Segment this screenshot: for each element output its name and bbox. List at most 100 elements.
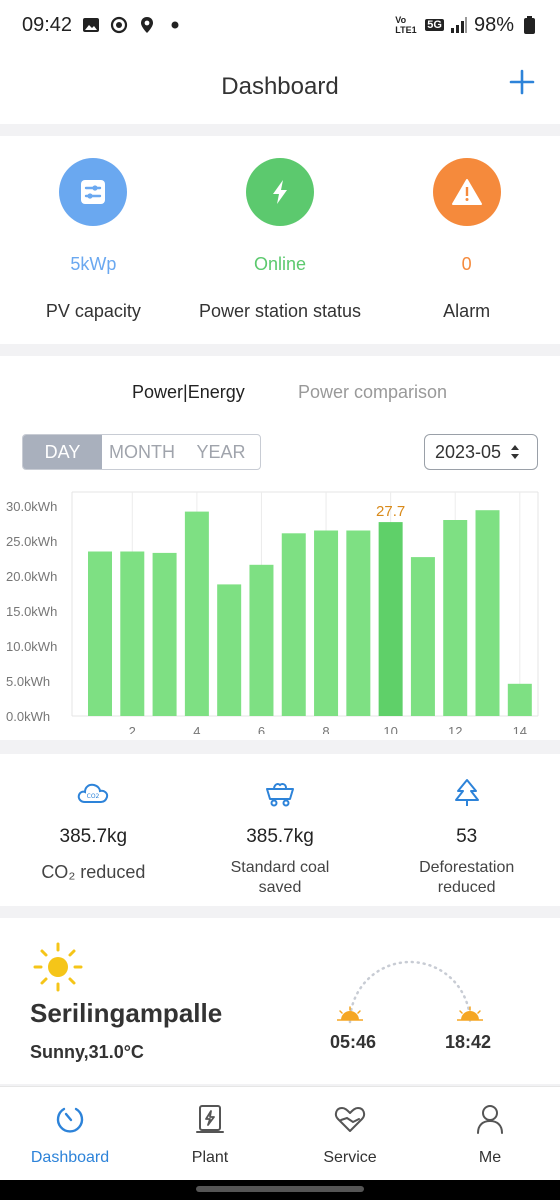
sunrise-time: 05:46 (330, 1032, 377, 1052)
pv-capacity-stat[interactable]: 5kWp PV capacity (0, 136, 187, 344)
bar-day-11 (410, 557, 435, 716)
notification-dot-icon (166, 16, 184, 34)
bar-day-14 (507, 683, 532, 716)
tab-power-comparison[interactable]: Power comparison (298, 382, 447, 403)
network-label: 5G (425, 19, 444, 31)
period-selector: DAY MONTH YEAR (22, 434, 261, 470)
bar-day-12 (443, 520, 468, 716)
tab-power-energy[interactable]: Power|Energy (132, 382, 245, 403)
tree-value: 53 (456, 826, 478, 847)
select-arrows-icon (511, 445, 520, 459)
bar-day-9 (346, 530, 371, 716)
y-tick-label: 0.0kWh (6, 709, 50, 724)
sync-icon (110, 16, 128, 34)
battery-percent: 98% (473, 13, 514, 36)
chart-tabs: Power|Energy Power comparison (0, 382, 560, 406)
plant-icon (196, 1105, 224, 1133)
coal-label: Standard coal saved (230, 859, 330, 896)
x-tick-label: 8 (322, 724, 329, 734)
co2-cloud-icon: CO2 (76, 778, 110, 808)
location-icon (138, 16, 156, 34)
y-tick-label: 20.0kWh (6, 569, 57, 584)
energy-bar-chart: 0.0kWh 5.0kWh 10.0kWh 15.0kWh 20.0kWh 25.0kWh… (6, 491, 539, 734)
gallery-icon (82, 16, 100, 34)
tab-plant[interactable]: Plant (140, 1087, 280, 1180)
bar-day-10 (378, 522, 403, 716)
pv-capacity-label: PV capacity (45, 301, 141, 321)
app-header: Dashboard (0, 50, 560, 124)
bolt-icon (246, 158, 314, 226)
status-time: 09:42 (22, 13, 73, 36)
bar-day-3 (152, 552, 177, 716)
bar-day-7 (281, 533, 306, 716)
y-tick-label: 25.0kWh (6, 534, 57, 549)
system-nav-bar (0, 1180, 560, 1200)
x-tick-label: 4 (193, 724, 200, 734)
coal-value: 385.7kg (246, 826, 314, 847)
y-tick-label: 10.0kWh (6, 639, 57, 654)
dashboard-icon (56, 1107, 84, 1133)
bar-day-1 (88, 551, 112, 716)
plus-icon (509, 69, 535, 95)
sun-arc (337, 960, 483, 1024)
bar-day-8 (314, 530, 339, 716)
period-year-button[interactable]: YEAR (182, 435, 260, 469)
bar-day-5 (217, 584, 242, 716)
tab-service[interactable]: Service (280, 1087, 420, 1180)
coal-stat: 385.7kg Standard coal saved (187, 754, 374, 906)
tab-dashboard-label: Dashboard (30, 1149, 110, 1166)
co2-stat: CO2 385.7kg CO₂ reduced (0, 754, 187, 906)
tab-me[interactable]: Me (420, 1087, 560, 1180)
station-status-value: Online (253, 254, 307, 274)
status-bar: 09:42 Vo LTE1 5G 98% (0, 0, 560, 50)
tree-icon (453, 778, 481, 808)
weather-condition: Sunny,31.0°C (30, 1042, 144, 1062)
battery-icon (520, 16, 538, 34)
sun-icon (33, 942, 83, 992)
bottom-tab-bar: Dashboard Plant Service Me (0, 1086, 560, 1180)
service-icon (334, 1107, 366, 1132)
date-value: 2023-05 (435, 441, 502, 462)
period-day-button[interactable]: DAY (23, 435, 102, 469)
home-gesture-bar[interactable] (196, 1186, 364, 1192)
tab-service-label: Service (323, 1149, 377, 1166)
overview-card: 5kWp PV capacity Online Power station st… (0, 136, 560, 344)
bar-day-4 (184, 511, 209, 716)
x-tick-label: 12 (448, 724, 462, 734)
environment-card: CO2 385.7kg CO₂ reduced 385.7kg Standard… (0, 754, 560, 906)
station-status-stat[interactable]: Online Power station status (187, 136, 374, 344)
volte-label: Vo LTE1 (395, 15, 417, 35)
tree-label: Deforestation reduced (419, 859, 515, 896)
y-tick-label: 30.0kWh (6, 499, 57, 514)
date-select[interactable]: 2023-05 (424, 434, 538, 470)
alarm-stat[interactable]: 0 Alarm (373, 136, 560, 344)
weather-card: Serilingampalle Sunny,31.0°C 05:46 18:42 (0, 918, 560, 1084)
tree-stat: 53 Deforestation reduced (373, 754, 560, 906)
bar-day-13 (475, 510, 500, 716)
tab-dashboard[interactable]: Dashboard (0, 1087, 140, 1180)
warning-icon (432, 158, 501, 226)
y-tick-label: 15.0kWh (6, 604, 57, 619)
sunset-icon (457, 1006, 483, 1021)
selected-bar-value-label: 27.7 (376, 503, 405, 520)
add-button[interactable] (506, 66, 538, 98)
x-tick-label: 2 (129, 724, 136, 734)
svg-text:CO2: CO2 (87, 793, 100, 800)
page-title: Dashboard (221, 73, 339, 100)
period-month-button[interactable]: MONTH (102, 435, 182, 469)
coal-cart-icon (264, 778, 296, 808)
x-tick-label: 10 (383, 724, 397, 734)
y-tick-label: 5.0kWh (6, 674, 50, 689)
co2-value: 385.7kg (59, 826, 128, 847)
city-name: Serilingampalle (30, 998, 223, 1028)
alarm-value: 0 (461, 254, 472, 274)
bar-day-6 (249, 564, 274, 716)
signal-icon (450, 16, 468, 34)
bar-day-2 (120, 551, 145, 716)
co2-label: CO₂ reduced (41, 862, 146, 882)
alarm-label: Alarm (443, 301, 491, 321)
sliders-icon (59, 158, 128, 226)
pv-capacity-value: 5kWp (70, 254, 117, 274)
sunset-time: 18:42 (445, 1032, 492, 1052)
energy-chart-card: Power|Energy Power comparison DAY MONTH … (0, 356, 560, 740)
